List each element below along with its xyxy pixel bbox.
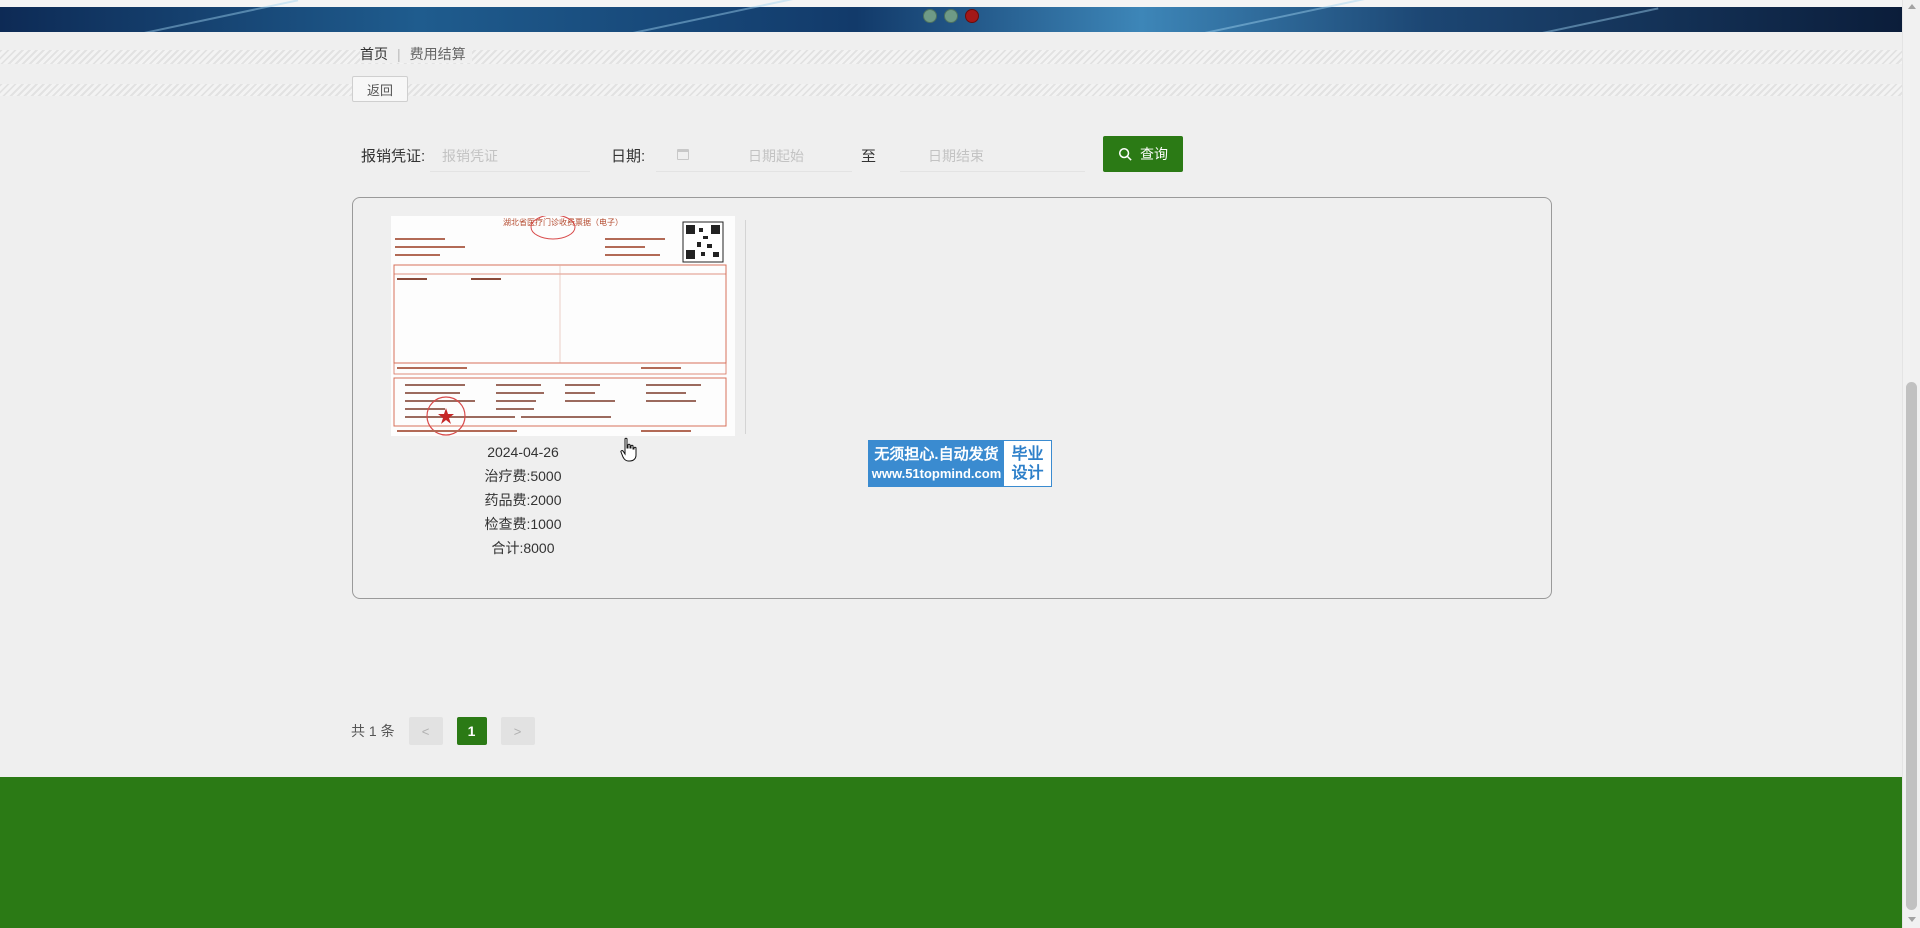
breadcrumb-separator: | (397, 46, 401, 62)
watermark-left: 无须担心.自动发货 www.51topmind.com (869, 441, 1004, 486)
stripe-band (0, 50, 1902, 64)
watermark-right: 毕业 设计 (1004, 441, 1051, 486)
next-page-button[interactable]: > (500, 717, 535, 745)
date-range-separator: 至 (861, 148, 877, 165)
breadcrumb-current: 费用结算 (409, 46, 466, 62)
scrollbar-thumb[interactable] (1906, 382, 1917, 910)
receipt-title: 湖北省医疗门诊收费票据（电子） (503, 217, 623, 227)
exam-fee: 检查费:1000 (484, 516, 562, 532)
page-number-current[interactable]: 1 (456, 717, 487, 745)
query-button[interactable]: 查询 (1103, 136, 1183, 172)
results-panel: 湖北省医疗门诊收费票据（电子） 2024-04-26 治疗费:5000 药品费:… (352, 197, 1552, 599)
query-button-label: 查询 (1140, 146, 1168, 162)
footer (0, 777, 1902, 928)
medicine-fee: 药品费:2000 (484, 492, 562, 508)
carousel-indicators (923, 9, 979, 23)
scroll-up-arrow-icon[interactable] (1908, 4, 1916, 9)
pagination-total: 共 1 条 (351, 723, 395, 739)
prev-page-button[interactable]: < (408, 717, 443, 745)
carousel-dot-3[interactable] (965, 9, 979, 23)
pagination: 共 1 条 < 1 > (351, 717, 535, 745)
banner-decoration (1501, 7, 1659, 32)
breadcrumb: 首页 | 费用结算 (360, 45, 472, 63)
date-end-input[interactable] (900, 140, 1085, 172)
record-date: 2024-04-26 (487, 444, 559, 460)
record-details: 2024-04-26 治疗费:5000 药品费:2000 检查费:1000 合计… (433, 440, 613, 560)
voucher-input[interactable] (430, 140, 590, 172)
total-fee: 合计:8000 (491, 540, 555, 556)
hand-cursor-icon (620, 437, 637, 462)
watermark-side1: 毕业 (1011, 445, 1044, 463)
back-button[interactable]: 返回 (352, 76, 408, 102)
watermark-side2: 设计 (1011, 464, 1044, 482)
date-label: 日期: (611, 148, 646, 165)
search-icon (1118, 147, 1132, 161)
card-divider (745, 220, 746, 434)
receipt-image[interactable]: 湖北省医疗门诊收费票据（电子） (391, 216, 735, 436)
breadcrumb-home-link[interactable]: 首页 (360, 44, 388, 64)
watermark-line2: www.51topmind.com (871, 465, 1002, 481)
carousel-dot-2[interactable] (944, 9, 958, 23)
stripe-band (0, 84, 1902, 96)
vertical-scrollbar[interactable] (1902, 0, 1920, 928)
watermark-line1: 无须担心.自动发货 (874, 445, 999, 463)
date-start-input[interactable] (656, 140, 852, 172)
banner-carousel (0, 0, 1902, 32)
carousel-dot-1[interactable] (923, 9, 937, 23)
treatment-fee: 治疗费:5000 (484, 468, 562, 484)
watermark-badge: 无须担心.自动发货 www.51topmind.com 毕业 设计 (868, 440, 1052, 487)
scroll-down-arrow-icon[interactable] (1908, 917, 1916, 922)
voucher-label: 报销凭证: (361, 148, 426, 165)
